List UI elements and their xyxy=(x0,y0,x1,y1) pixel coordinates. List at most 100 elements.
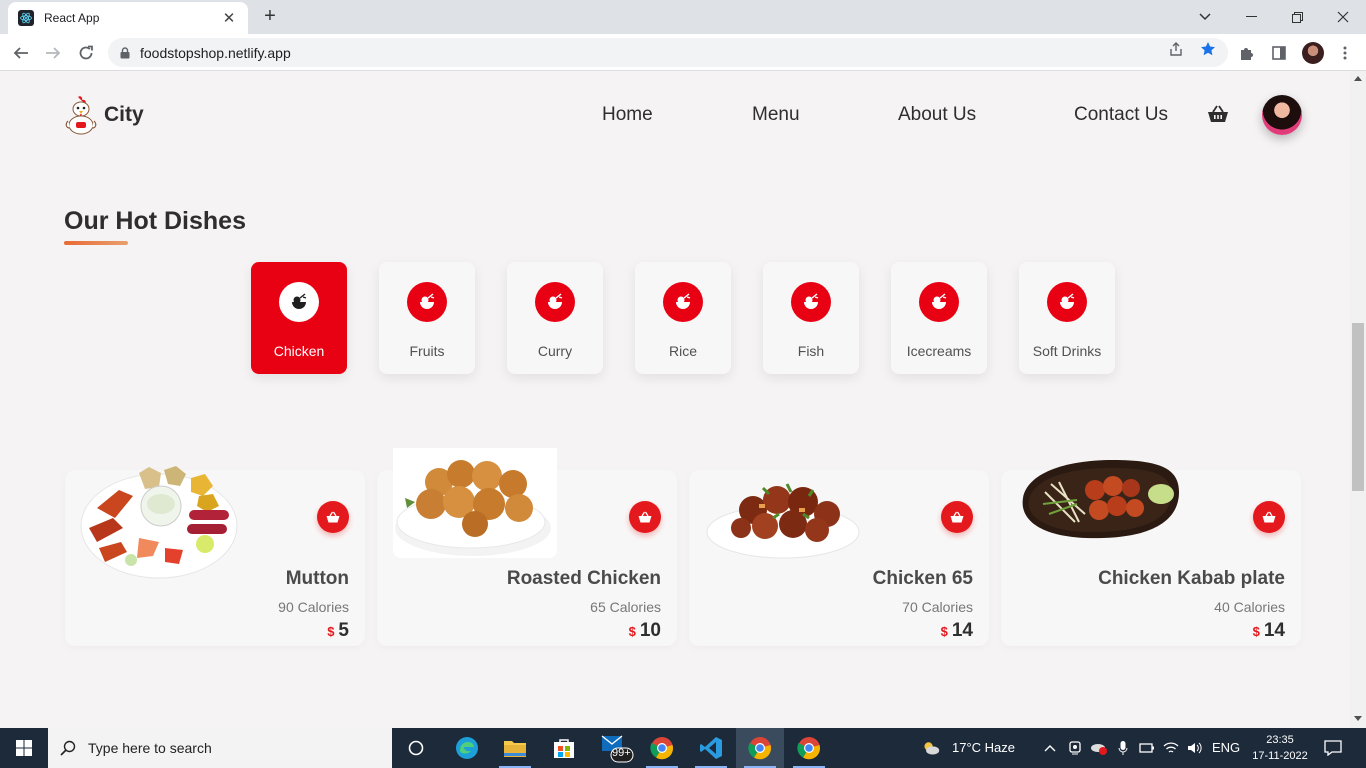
taskbar-file-explorer[interactable] xyxy=(491,728,539,768)
taskbar-mail[interactable]: 99+ xyxy=(590,728,638,768)
dish-name: Mutton xyxy=(285,568,349,589)
onedrive-cloud-icon[interactable] xyxy=(1090,739,1108,757)
category-icecreams[interactable]: Icecreams xyxy=(891,262,987,374)
store-icon xyxy=(554,739,574,758)
extensions-puzzle-icon[interactable] xyxy=(1238,44,1256,62)
category-rice[interactable]: Rice xyxy=(635,262,731,374)
side-panel-icon[interactable] xyxy=(1270,44,1288,62)
restore-button[interactable] xyxy=(1274,0,1320,34)
reload-icon xyxy=(79,45,93,60)
shopping-basket-icon[interactable] xyxy=(1207,104,1229,124)
category-fruits[interactable]: Fruits xyxy=(379,262,475,374)
dish-price: $10 xyxy=(629,620,661,642)
microphone-icon[interactable] xyxy=(1114,739,1132,757)
browser-profile-avatar[interactable] xyxy=(1302,42,1324,64)
dish-price: $14 xyxy=(941,620,973,642)
web-page: City Home Menu About Us Contact Us Our H… xyxy=(0,71,1350,728)
browser-tab[interactable]: React App ✕ xyxy=(8,2,248,34)
battery-icon[interactable] xyxy=(1138,739,1156,757)
weather-cloud-icon[interactable] xyxy=(922,739,940,757)
brand-name: City xyxy=(104,103,144,126)
vscode-icon xyxy=(700,737,722,759)
taskbar-chrome-1[interactable] xyxy=(638,728,686,768)
taskbar-store[interactable] xyxy=(540,728,588,768)
chrome-icon xyxy=(797,737,821,760)
food-bowl-icon xyxy=(804,293,819,309)
webcam-icon[interactable] xyxy=(1066,739,1084,757)
task-view-button[interactable] xyxy=(392,728,440,768)
share-icon[interactable] xyxy=(1168,41,1184,57)
category-fish[interactable]: Fish xyxy=(763,262,859,374)
category-icon-circle xyxy=(791,282,831,322)
price-value: 5 xyxy=(338,620,349,641)
category-chicken[interactable]: Chicken xyxy=(251,262,347,374)
currency-symbol: $ xyxy=(327,624,335,639)
taskbar-edge[interactable] xyxy=(443,728,491,768)
wifi-icon[interactable] xyxy=(1162,739,1180,757)
nav-contact-link[interactable]: Contact Us xyxy=(1074,104,1168,126)
add-to-cart-button[interactable] xyxy=(317,501,349,533)
nav-menu-link[interactable]: Menu xyxy=(752,104,800,126)
price-value: 14 xyxy=(1263,620,1285,641)
add-to-cart-button[interactable] xyxy=(941,501,973,533)
tab-close-icon[interactable]: ✕ xyxy=(220,9,238,27)
taskbar-vscode[interactable] xyxy=(687,728,735,768)
language-indicator[interactable]: ENG xyxy=(1212,740,1240,755)
notification-badge: 99+ xyxy=(612,747,631,759)
category-icon-circle xyxy=(535,282,575,322)
scroll-down-arrow-icon[interactable] xyxy=(1354,716,1362,721)
category-icon-circle xyxy=(663,282,703,322)
taskbar-chrome-3[interactable] xyxy=(785,728,833,768)
tab-search-button[interactable] xyxy=(1182,0,1228,34)
chicken-logo-icon xyxy=(65,96,97,135)
react-favicon-icon xyxy=(18,10,34,26)
category-icon-circle xyxy=(279,282,319,322)
weather-text[interactable]: 17°C Haze xyxy=(952,740,1015,755)
page-scrollbar[interactable] xyxy=(1350,71,1366,728)
dish-card[interactable]: Roasted Chicken 65 Calories $10 xyxy=(377,448,677,646)
add-to-cart-button[interactable] xyxy=(629,501,661,533)
lock-icon xyxy=(120,46,130,58)
food-bowl-icon xyxy=(420,293,435,309)
close-window-button[interactable] xyxy=(1320,0,1366,34)
category-label: Soft Drinks xyxy=(1032,343,1102,359)
reload-button[interactable] xyxy=(73,40,99,66)
scrollbar-thumb[interactable] xyxy=(1352,323,1364,491)
dish-card[interactable]: Chicken Kabab plate 40 Calories $14 xyxy=(1001,460,1301,646)
bookmark-star-icon[interactable] xyxy=(1200,41,1216,57)
address-bar[interactable]: foodstopshop.netlify.app xyxy=(108,38,1228,67)
back-button[interactable] xyxy=(8,40,34,66)
notification-center-icon[interactable] xyxy=(1324,739,1342,757)
start-button[interactable] xyxy=(0,728,48,768)
site-logo[interactable]: City xyxy=(64,95,144,135)
category-label: Chicken xyxy=(273,343,325,359)
category-icon-circle xyxy=(407,282,447,322)
browser-toolbar: foodstopshop.netlify.app xyxy=(0,34,1366,71)
scroll-up-arrow-icon[interactable] xyxy=(1354,76,1362,81)
nav-about-link[interactable]: About Us xyxy=(898,104,976,126)
nav-home-link[interactable]: Home xyxy=(602,104,653,126)
folder-icon xyxy=(504,741,526,757)
dish-card[interactable]: Mutton 90 Calories $5 xyxy=(65,466,365,646)
dish-card[interactable]: Chicken 65 70 Calories $14 xyxy=(689,470,989,646)
category-soft-drinks[interactable]: Soft Drinks xyxy=(1019,262,1115,374)
taskbar-search-input[interactable]: Type here to search xyxy=(48,728,392,768)
clock-time: 23:35 xyxy=(1266,734,1294,746)
windows-logo-icon xyxy=(16,740,32,756)
add-to-cart-button[interactable] xyxy=(1253,501,1285,533)
arrow-right-icon xyxy=(46,47,61,59)
taskbar-clock[interactable]: 23:35 17-11-2022 xyxy=(1252,732,1308,764)
chevron-up-icon[interactable] xyxy=(1041,739,1059,757)
clock-date: 17-11-2022 xyxy=(1252,750,1308,762)
minimize-button[interactable] xyxy=(1228,0,1274,34)
category-curry[interactable]: Curry xyxy=(507,262,603,374)
taskbar-chrome-2[interactable] xyxy=(736,728,784,768)
kebab-menu-icon[interactable] xyxy=(1336,44,1354,62)
volume-icon[interactable] xyxy=(1186,739,1204,757)
windows-taskbar: Type here to search 99+ 17°C Haze ENG 23… xyxy=(0,728,1366,768)
dish-calories: 90 Calories xyxy=(278,599,349,615)
user-avatar[interactable] xyxy=(1262,95,1302,135)
forward-button[interactable] xyxy=(40,40,66,66)
price-value: 14 xyxy=(951,620,973,641)
new-tab-button[interactable]: + xyxy=(258,5,282,29)
